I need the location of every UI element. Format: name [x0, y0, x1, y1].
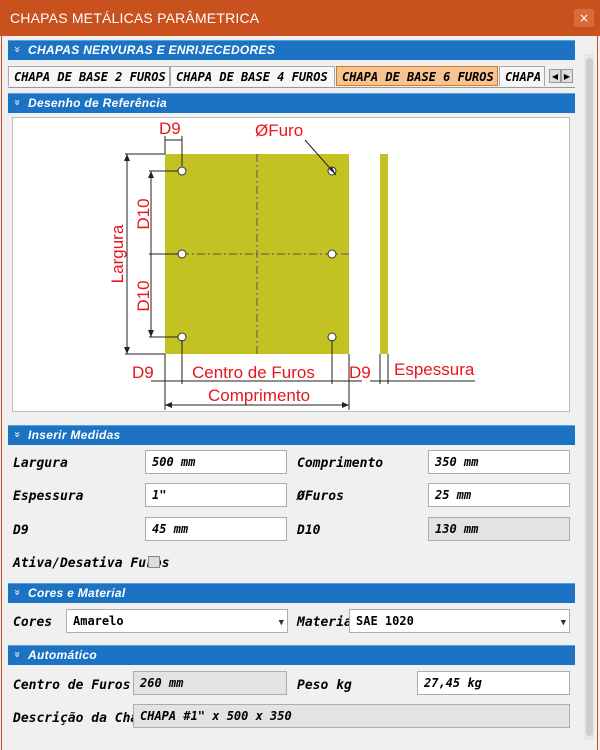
- tab-scroll-left-icon[interactable]: ◀: [549, 69, 561, 83]
- dropdown-arrow-icon[interactable]: ▼: [561, 616, 566, 630]
- cores-selected-value: Amarelo: [73, 614, 124, 628]
- dropdown-arrow-icon[interactable]: ▼: [279, 616, 284, 630]
- label-d9-bottom-right: D9: [349, 363, 371, 382]
- d9-label: D9: [13, 523, 29, 538]
- tab-base-2-furos[interactable]: CHAPA DE BASE 2 FUROS: [8, 66, 170, 86]
- section-title: Automático: [28, 648, 97, 662]
- hole: [177, 332, 187, 342]
- tab-base-4-furos[interactable]: CHAPA DE BASE 4 FUROS: [170, 66, 335, 86]
- section-header-measures[interactable]: » Inserir Medidas: [8, 425, 575, 445]
- label-d10-lower: D10: [134, 280, 153, 311]
- section-header-colors[interactable]: » Cores e Material: [8, 583, 575, 603]
- label-d10-upper: D10: [134, 198, 153, 229]
- collapse-chevron-icon: »: [10, 46, 24, 53]
- d10-label: D10: [297, 523, 321, 538]
- section-title: Inserir Medidas: [28, 428, 121, 442]
- toggle-holes-label: Ativa/Desativa Furos: [13, 556, 170, 571]
- centro-furos-readonly-field: 260 mm: [133, 671, 287, 695]
- cores-dropdown[interactable]: Amarelo ▼: [66, 609, 288, 633]
- tab-strip: CHAPA DE BASE 2 FUROS CHAPA DE BASE 4 FU…: [8, 66, 575, 88]
- tab-base-6-furos[interactable]: CHAPA DE BASE 6 FUROS: [336, 66, 498, 86]
- label-hole-diameter: ØFuro: [255, 121, 303, 140]
- label-d9-top: D9: [159, 119, 181, 138]
- descricao-readonly-field: CHAPA #1" x 500 x 350: [133, 704, 570, 728]
- label-d9-bottom-left: D9: [132, 363, 154, 382]
- comprimento-label: Comprimento: [297, 456, 384, 471]
- section-header-main[interactable]: » CHAPAS NERVURAS E ENRIJECEDORES: [8, 40, 575, 60]
- label-comprimento: Comprimento: [208, 386, 310, 405]
- furos-label: ØFuros: [297, 489, 344, 504]
- hole: [327, 332, 337, 342]
- section-header-drawing[interactable]: » Desenho de Referência: [8, 93, 575, 113]
- hole: [177, 249, 187, 259]
- section-title: Desenho de Referência: [28, 96, 168, 110]
- comprimento-input[interactable]: 350 mm: [428, 450, 570, 474]
- collapse-chevron-icon: »: [10, 589, 24, 596]
- scrollbar-thumb[interactable]: [586, 58, 593, 736]
- furos-input[interactable]: 25 mm: [428, 483, 570, 507]
- espessura-input[interactable]: 1": [145, 483, 287, 507]
- title-bar: CHAPAS METÁLICAS PARÂMETRICA ×: [0, 0, 600, 36]
- plate-side-view: [380, 154, 388, 354]
- hole: [177, 166, 187, 176]
- d9-input[interactable]: 45 mm: [145, 517, 287, 541]
- centro-furos-label: Centro de Furos: [13, 678, 131, 693]
- window-title: CHAPAS METÁLICAS PARÂMETRICA: [10, 10, 260, 26]
- espessura-label: Espessura: [13, 489, 84, 504]
- largura-label: Largura: [13, 456, 68, 471]
- reference-drawing: D9 ØFuro Largura D10 D10 D9 Centro de Fu…: [108, 119, 475, 410]
- peso-field[interactable]: 27,45 kg: [417, 671, 570, 695]
- material-dropdown[interactable]: SAE 1020 ▼: [349, 609, 570, 633]
- section-title: Cores e Material: [28, 586, 126, 600]
- toggle-holes-checkbox[interactable]: [148, 556, 160, 568]
- cores-label: Cores: [13, 615, 53, 630]
- section-header-auto[interactable]: » Automático: [8, 645, 575, 665]
- hole: [327, 249, 337, 259]
- tab-scroll-right-icon[interactable]: ▶: [561, 69, 573, 83]
- label-largura: Largura: [108, 224, 127, 283]
- reference-drawing-panel: D9 ØFuro Largura D10 D10 D9 Centro de Fu…: [12, 117, 570, 412]
- section-title: CHAPAS NERVURAS E ENRIJECEDORES: [28, 43, 276, 57]
- label-centro-de-furos: Centro de Furos: [192, 363, 315, 382]
- collapse-chevron-icon: »: [10, 651, 24, 658]
- close-button[interactable]: ×: [574, 9, 594, 27]
- collapse-chevron-icon: »: [10, 99, 24, 106]
- material-selected-value: SAE 1020: [356, 614, 414, 628]
- largura-input[interactable]: 500 mm: [145, 450, 287, 474]
- tab-chapa[interactable]: CHAPA: [499, 66, 545, 86]
- collapse-chevron-icon: »: [10, 431, 24, 438]
- label-espessura: Espessura: [394, 360, 475, 379]
- d10-readonly-field: 130 mm: [428, 517, 570, 541]
- peso-label: Peso kg: [297, 678, 352, 693]
